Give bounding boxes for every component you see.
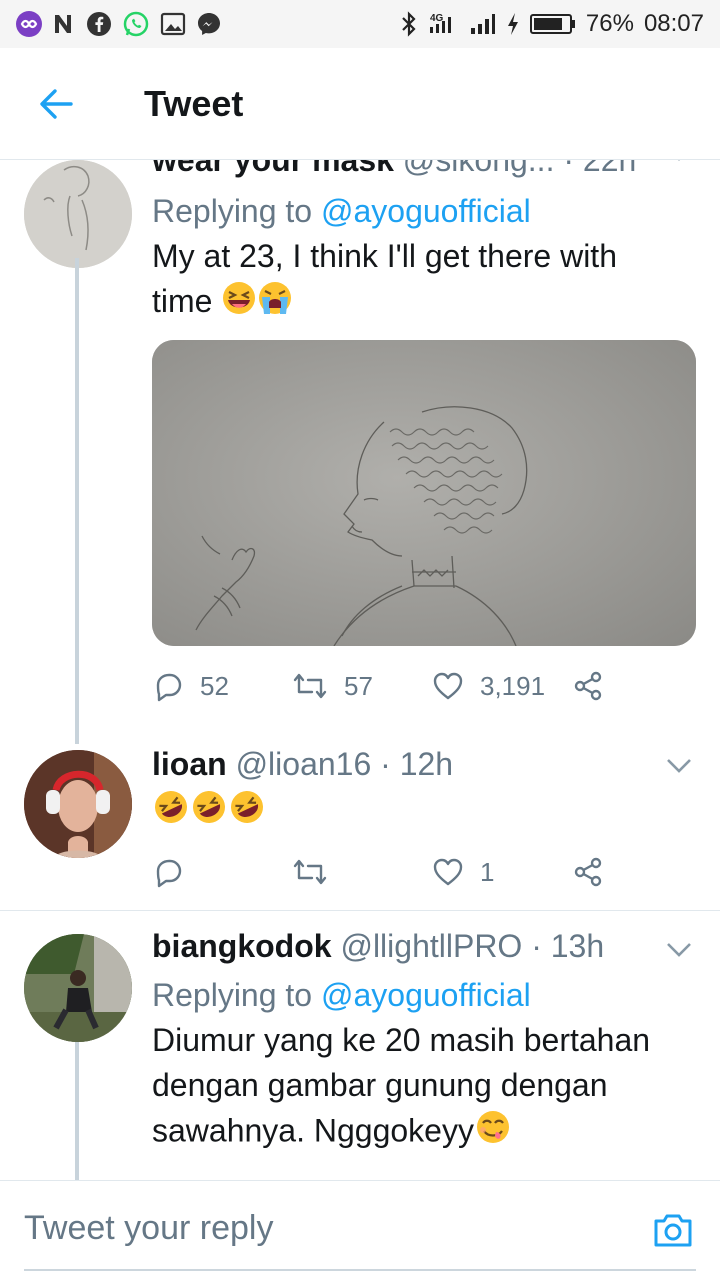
display-name[interactable]: biangkodok [152,928,332,964]
loudly-crying-face-icon [257,280,293,328]
camera-icon [654,1214,692,1247]
like-count: 1 [480,856,495,887]
like-count: 3,191 [480,670,546,701]
tweet-text-block: My at 23, I think I'll get there with ti… [152,234,672,328]
like-action[interactable]: 3,191 [432,671,572,702]
n-app-icon [52,12,76,36]
username[interactable]: @sikong... [403,160,555,178]
retweet-count: 57 [344,670,373,701]
avatar[interactable] [24,934,132,1042]
tweet-media-image[interactable] [152,340,696,646]
tweet-actions: 52 57 3,191 [152,666,622,706]
username[interactable]: @llightllPRO [340,928,522,964]
avatar[interactable] [24,160,132,268]
avatar[interactable] [24,750,132,858]
tweet-text-block [152,788,696,838]
reply-icon [156,673,182,702]
reply-count: 52 [200,670,229,701]
username[interactable]: @lioan16 [236,746,372,782]
display-name[interactable]: lioan [152,746,227,782]
thread-line [75,1042,79,1180]
infinity-app-icon [16,11,42,37]
status-bar: 4G 76% 08:07 [0,0,720,48]
clock: 08:07 [643,10,704,37]
like-action[interactable]: 1 [432,857,572,888]
reply-icon [156,859,182,888]
tweet[interactable]: wear your mask @sikong... · 22h Replying… [0,160,720,744]
heart-icon [433,672,463,700]
tweet-text-block: Diumur yang ke 20 masih bertahan dengan … [152,1018,692,1158]
face-savoring-food-icon [474,1108,512,1158]
retweet-action[interactable]: 57 [292,670,432,702]
chevron-down-icon[interactable] [666,758,692,779]
reply-timeline: wear your mask @sikong... · 22h Replying… [0,160,720,1180]
tweet[interactable]: biangkodok @llightllPRO · 13h Replying t… [0,926,720,1180]
battery-percent: 76% [585,10,634,37]
retweet-icon [293,673,327,699]
tweet[interactable]: lioan @lioan16 · 12h 1 [0,742,720,910]
heart-icon [433,858,463,886]
arrow-left-icon [40,88,73,119]
replying-handle-link[interactable]: @ayoguofficial [321,193,531,229]
reply-input-underline [24,1269,696,1271]
timestamp: · 22h [563,160,637,178]
signal-icon [470,12,496,36]
camera-button[interactable] [652,1211,694,1254]
chevron-down-icon[interactable] [666,160,692,167]
app-bar: Tweet [0,48,720,160]
rolling-laughing-face-icon [190,788,228,838]
retweet-icon [293,859,327,885]
reply-input[interactable]: Tweet your reply [24,1209,273,1248]
grinning-squinting-face-icon [221,280,257,328]
tweet-text: Diumur yang ke 20 masih bertahan dengan … [152,1022,651,1149]
whatsapp-icon [122,10,150,38]
share-action[interactable] [572,670,604,702]
tweet-actions: 1 [152,852,622,892]
share-icon [574,857,602,887]
reply-composer: Tweet your reply [0,1180,720,1280]
network-4g-icon: 4G [428,11,460,37]
divider [0,910,720,911]
reply-action[interactable]: 52 [152,670,292,702]
thread-line [75,258,79,744]
replying-to: Replying to @ayoguofficial [152,193,531,229]
rolling-laughing-face-icon [228,788,266,838]
share-icon [574,671,602,701]
timestamp: · 12h [380,746,454,782]
charging-icon [506,12,520,36]
chevron-down-icon[interactable] [666,942,692,963]
share-action[interactable] [572,856,604,888]
gallery-icon [160,12,186,36]
back-button[interactable] [0,48,112,160]
battery-icon [529,12,576,36]
bluetooth-icon [400,11,418,37]
svg-text:4G: 4G [430,13,444,24]
page-title: Tweet [144,82,244,124]
pencil-drawing-image [152,340,696,646]
display-name[interactable]: wear your mask [152,160,394,178]
timestamp: · 13h [531,928,605,964]
reply-action[interactable] [152,856,292,888]
rolling-laughing-face-icon [152,788,190,838]
replying-to: Replying to @ayoguofficial [152,977,531,1013]
retweet-action[interactable] [292,856,432,888]
replying-handle-link[interactable]: @ayoguofficial [321,977,531,1013]
facebook-icon [86,11,112,37]
messenger-icon [196,11,222,37]
